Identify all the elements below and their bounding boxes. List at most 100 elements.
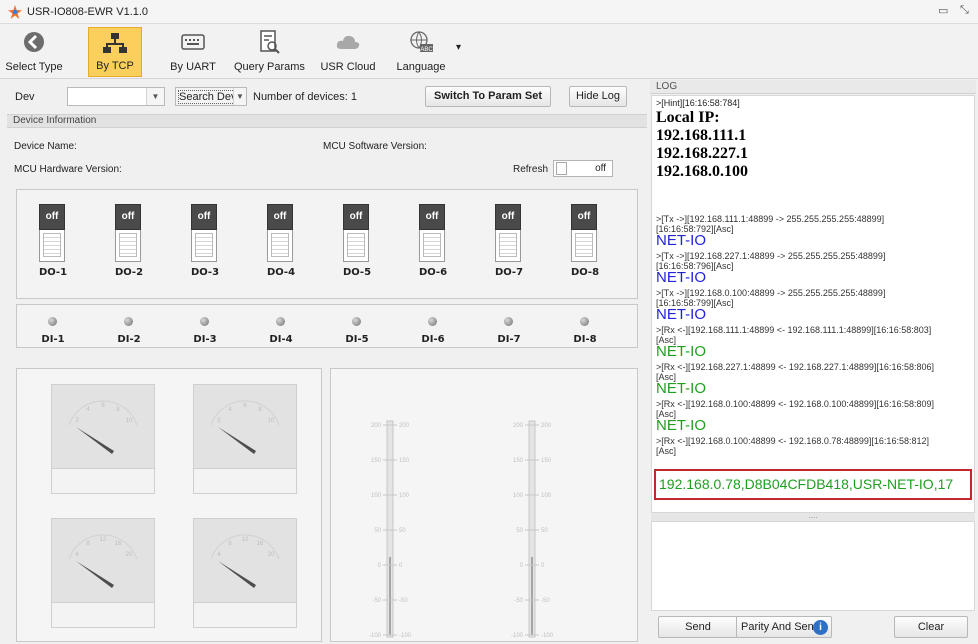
gauge-tick-label: 10: [268, 418, 275, 424]
log-entry-payload: NET-IO: [656, 232, 707, 249]
log-entry-payload: NET-IO: [656, 417, 707, 434]
gauge-tick-label: 8: [86, 541, 90, 547]
gauge-2: 2 4 6 8 10: [193, 384, 297, 494]
local-ip-1: 192.168.111.1: [656, 127, 747, 144]
switch-to-param-set-button[interactable]: Switch To Param Set: [425, 86, 551, 107]
thermometer-tick-label-right: 200: [541, 423, 552, 429]
do-switch-4[interactable]: off: [267, 204, 293, 264]
gauge-tick-label: 8: [116, 407, 120, 413]
toolbar-by-tcp[interactable]: By TCP: [88, 27, 142, 77]
log-output[interactable]: >[Hint][16:16:58:784] Local IP: 192.168.…: [651, 95, 975, 513]
toolbar-query-params[interactable]: Query Params: [234, 27, 305, 77]
toolbar-usr-cloud-label: USR Cloud: [320, 61, 376, 73]
toolbar-by-tcp-label: By TCP: [96, 60, 134, 72]
do-state: off: [343, 204, 369, 230]
di-indicator-5: [352, 317, 361, 326]
do-state: off: [267, 204, 293, 230]
log-send-input[interactable]: [651, 521, 975, 611]
log-entry-meta: >[Rx <-][192.168.111.1:48899 <- 192.168.…: [656, 325, 932, 335]
log-entry-payload: NET-IO: [656, 269, 707, 286]
di-label: DI-7: [497, 334, 521, 345]
gauge-dial: 2 4 6 8 10: [210, 400, 280, 454]
minimize-button[interactable]: ▭: [938, 4, 948, 17]
search-dev-button[interactable]: Search Dev ▼: [175, 87, 247, 106]
dev-select-arrow-icon: ▼: [146, 88, 164, 105]
thermometer-tick-label-right: 100: [541, 493, 552, 499]
gauge-tick-label: 16: [115, 541, 122, 547]
gauge-tick-label: 2: [217, 418, 221, 424]
left-pane: Dev ▼ Search Dev ▼ Number of devices: 1 …: [7, 82, 647, 642]
log-entry-meta: >[Rx <-][192.168.0.100:48899 <- 192.168.…: [656, 399, 934, 409]
do-label: DO-4: [266, 267, 296, 278]
thermometer-tick-label-left: 150: [371, 458, 382, 464]
do-label: DO-5: [342, 267, 372, 278]
gauge-needle: [218, 561, 256, 588]
di-indicator-3: [200, 317, 209, 326]
toolbar-dropdown-arrow[interactable]: ▾: [456, 42, 461, 53]
thermometer-tick-label-left: 50: [374, 528, 381, 534]
di-indicator-6: [428, 317, 437, 326]
gauge-tick-label: 20: [268, 552, 275, 558]
thermometer-tick-label-right: 0: [399, 563, 403, 569]
hide-log-button[interactable]: Hide Log: [569, 86, 627, 107]
device-info-header: Device Information: [7, 114, 647, 128]
local-ip-title: Local IP:: [656, 109, 720, 126]
svg-text:ABC: ABC: [420, 47, 433, 53]
thermometer-2: 200 200 150 150 100 100 50 50 0 0 -50 -50 -100 -100: [503, 417, 563, 644]
toolbar-language[interactable]: ABC Language: [390, 27, 452, 77]
keyboard-icon: [181, 34, 205, 50]
thermometer-tick-label-right: -100: [541, 633, 554, 639]
di-indicator-1: [48, 317, 57, 326]
local-ip-2: 192.168.227.1: [656, 145, 748, 162]
gauge-tick-label: 2: [75, 418, 79, 424]
do-label: DO-3: [190, 267, 220, 278]
dev-select[interactable]: ▼: [67, 87, 165, 106]
refresh-toggle[interactable]: off: [553, 160, 613, 177]
gauge-3: 4 8 12 16 20: [51, 518, 155, 628]
do-state: off: [495, 204, 521, 230]
toolbar-by-uart-label: By UART: [170, 61, 216, 73]
do-switch-6[interactable]: off: [419, 204, 445, 264]
di-label: DI-1: [41, 334, 65, 345]
gauge-tick-label: 6: [243, 403, 247, 409]
do-switch-5[interactable]: off: [343, 204, 369, 264]
clear-button[interactable]: Clear: [894, 616, 968, 638]
log-splitter[interactable]: ....: [651, 512, 975, 521]
highlighted-response-text: 192.168.0.78,D8B04CFDB418,USR-NET-IO,17: [659, 476, 954, 492]
log-header: LOG: [650, 80, 976, 94]
do-switch-3[interactable]: off: [191, 204, 217, 264]
toolbar-select-type-label: Select Type: [5, 61, 63, 73]
do-label: DO-7: [494, 267, 524, 278]
do-label: DO-8: [570, 267, 600, 278]
log-entry-meta: >[Tx ->][192.168.227.1:48899 -> 255.255.…: [656, 251, 886, 261]
toolbar-select-type[interactable]: Select Type: [4, 27, 64, 77]
do-switch-8[interactable]: off: [571, 204, 597, 264]
toolbar-by-uart[interactable]: By UART: [166, 27, 220, 77]
do-state: off: [191, 204, 217, 230]
log-entry-payload: NET-IO: [656, 306, 707, 323]
parity-and-send-button[interactable]: Parity And Send i: [736, 616, 832, 638]
di-label: DI-3: [193, 334, 217, 345]
do-switch-7[interactable]: off: [495, 204, 521, 264]
gauge-tick-label: 4: [217, 552, 221, 558]
log-entry-payload: NET-IO: [656, 343, 707, 360]
di-label: DI-4: [269, 334, 293, 345]
thermometer-tick-label-left: -50: [514, 598, 523, 604]
thermometer-tick-label-left: 100: [513, 493, 524, 499]
do-switch-1[interactable]: off: [39, 204, 65, 264]
switch-grip: [575, 233, 593, 257]
info-icon[interactable]: i: [813, 620, 828, 635]
thermometer-tick-label-right: 50: [541, 528, 548, 534]
do-state: off: [39, 204, 65, 230]
do-switch-2[interactable]: off: [115, 204, 141, 264]
switch-grip: [347, 233, 365, 257]
di-indicator-8: [580, 317, 589, 326]
toolbar-usr-cloud[interactable]: USR Cloud: [318, 27, 378, 77]
restore-button[interactable]: ⤡: [960, 4, 969, 17]
app-window: USR-IO808-EWR V1.1.0 ▭ ⤡ Select Type By …: [0, 0, 978, 644]
send-button[interactable]: Send: [658, 616, 738, 638]
thermometer-tick-label-right: 50: [399, 528, 406, 534]
gauge-needle: [76, 561, 114, 588]
switch-lever: [39, 230, 65, 262]
switch-lever: [191, 230, 217, 262]
